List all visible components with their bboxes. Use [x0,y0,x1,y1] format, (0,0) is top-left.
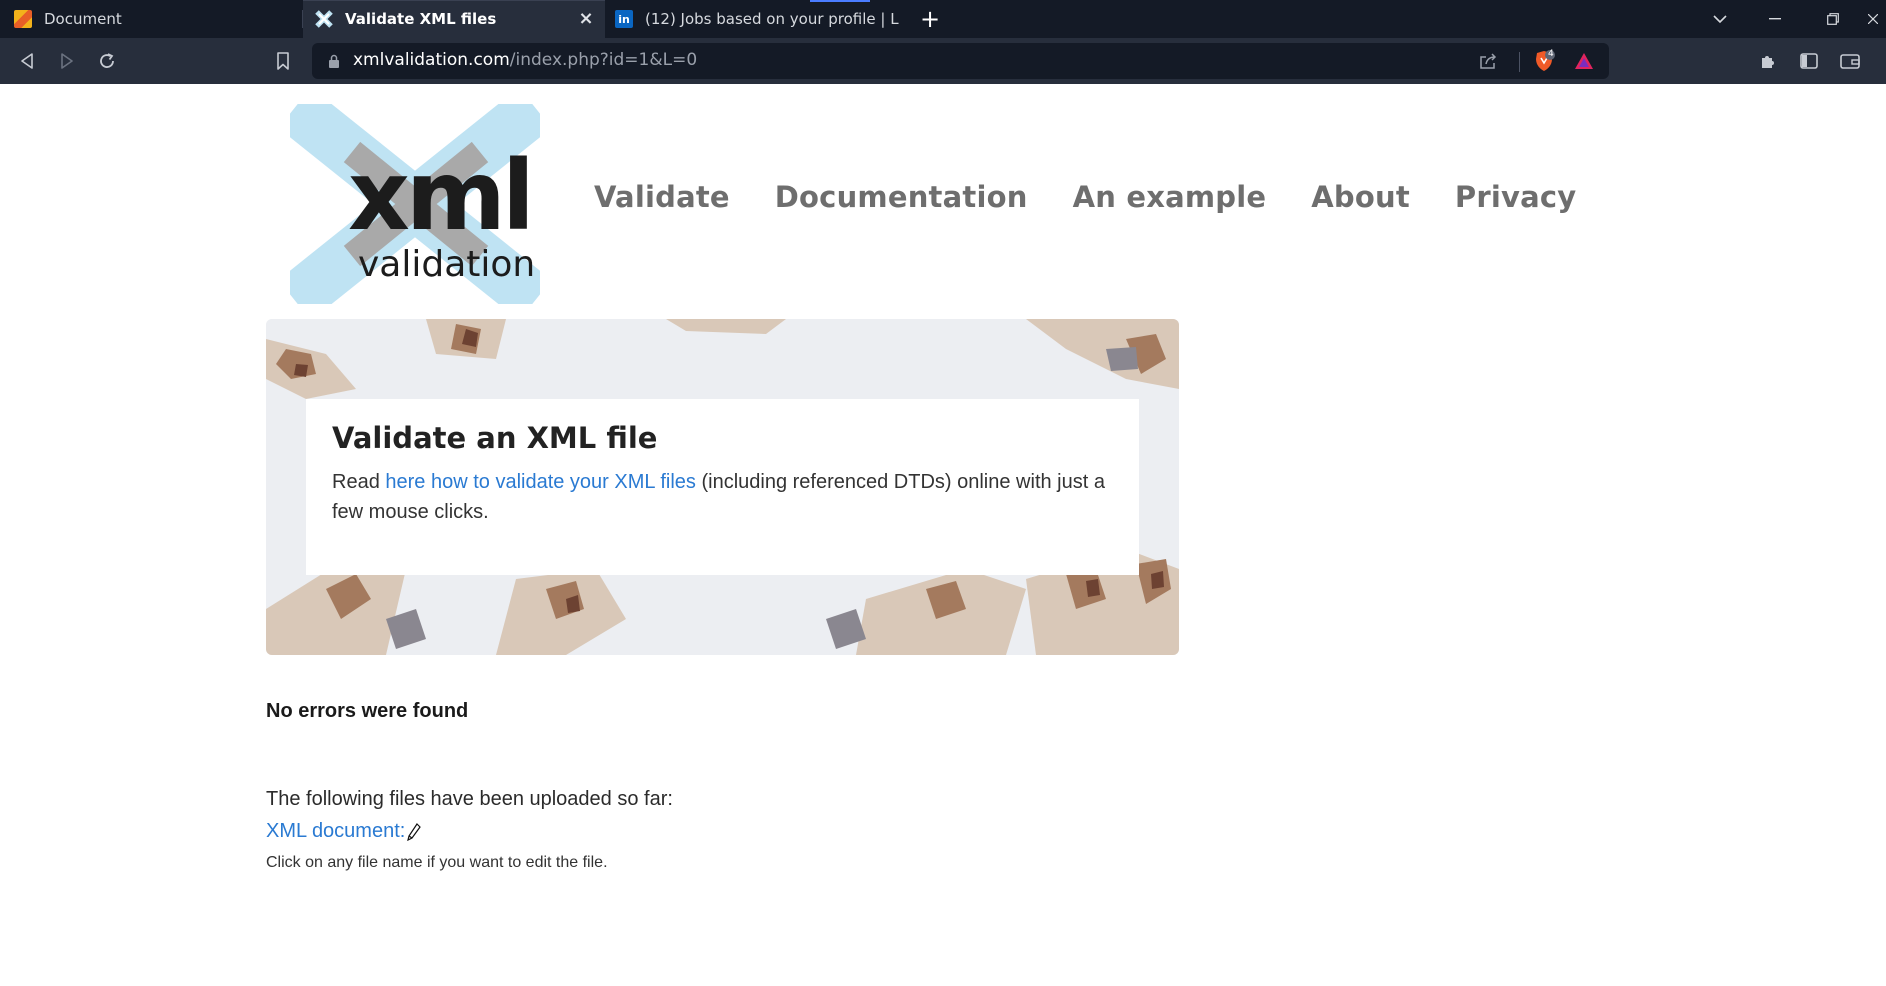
linkedin-favicon-icon: in [615,10,633,28]
xml-validation-favicon-icon [315,10,333,28]
hero-text-before: Read [332,471,386,493]
url-text: xmlvalidation.com/index.php?id=1&L=0 [353,50,697,70]
nav-privacy[interactable]: Privacy [1455,180,1576,214]
bookmark-icon[interactable] [268,46,298,76]
edit-hint: Click on any file name if you want to ed… [266,854,608,871]
uploaded-files-intro: The following files have been uploaded s… [266,788,673,810]
nav-validate[interactable]: Validate [594,180,730,214]
hero-banner: Validate an XML file Read here how to va… [266,319,1179,655]
reload-icon[interactable] [92,46,122,76]
tab-label: Document [44,10,122,28]
web-page: xml validation Validate Documentation An… [0,84,1886,986]
tab-search-icon[interactable] [1697,0,1743,38]
url-path: /index.php?id=1&L=0 [509,50,698,70]
logo-word: xml [348,140,531,252]
address-bar[interactable]: xmlvalidation.com/index.php?id=1&L=0 4 [312,43,1609,79]
share-icon[interactable] [1477,50,1499,72]
nav-documentation[interactable]: Documentation [775,180,1028,214]
mouse-cursor-icon [407,823,421,841]
close-tab-icon[interactable]: × [577,10,595,28]
nav-about[interactable]: About [1311,180,1410,214]
hero-card: Validate an XML file Read here how to va… [306,399,1139,575]
hero-title: Validate an XML file [332,421,658,455]
restore-icon[interactable] [1810,0,1856,38]
xml-document-link[interactable]: XML document: [266,820,405,843]
address-bar-divider [1519,52,1520,72]
validation-result: No errors were found [266,700,469,722]
wallet-icon[interactable] [1835,46,1865,76]
brave-shields-icon[interactable]: 4 [1533,49,1555,72]
logo-subword: validation [358,244,535,285]
browser-toolbar: xmlvalidation.com/index.php?id=1&L=0 4 [0,38,1886,84]
document-favicon-icon [14,10,32,28]
minimize-icon[interactable] [1752,0,1798,38]
tab-document[interactable]: Document [0,0,303,38]
hero-description: Read here how to validate your XML files… [332,467,1113,527]
tab-strip: Document Validate XML files × in (12) Jo… [0,0,1886,38]
nav-an-example[interactable]: An example [1073,180,1267,214]
tab-label: (12) Jobs based on your profile | Linked… [645,10,900,28]
tab-validate-xml[interactable]: Validate XML files × [303,0,605,38]
extensions-icon[interactable] [1753,46,1783,76]
sidebar-icon[interactable] [1794,46,1824,76]
lock-icon [329,54,339,68]
new-tab-button[interactable]: + [916,4,944,34]
how-to-validate-link[interactable]: here how to validate your XML files [385,471,696,493]
main-nav: Validate Documentation An example About … [594,180,1576,214]
tab-linkedin[interactable]: in (12) Jobs based on your profile | Lin… [605,0,908,38]
brave-rewards-icon[interactable] [1573,50,1595,72]
url-host: xmlvalidation.com [353,50,510,70]
forward-icon[interactable] [52,46,82,76]
shield-badge-count: 4 [1548,49,1554,59]
back-icon[interactable] [12,46,42,76]
tab-label: Validate XML files [345,10,497,28]
close-window-icon[interactable] [1860,0,1886,38]
xml-validation-logo[interactable]: xml validation [290,104,540,304]
